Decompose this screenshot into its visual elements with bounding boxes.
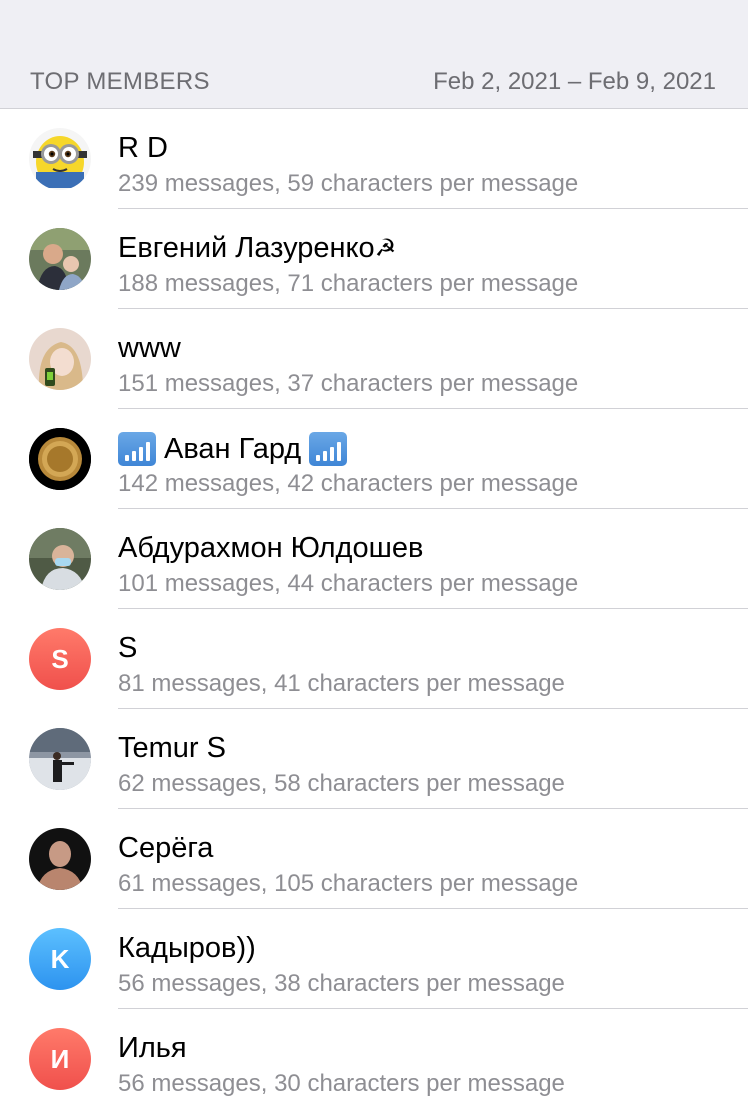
date-range: Feb 2, 2021 – Feb 9, 2021 <box>433 68 716 95</box>
photo-avatar[interactable] <box>29 828 91 890</box>
member-row[interactable]: K Кадыров)) 56 messages, 38 characters p… <box>0 909 748 1009</box>
member-stats: 61 messages, 105 characters per message <box>118 870 579 897</box>
member-stats: 151 messages, 37 characters per message <box>118 370 579 397</box>
member-stats: 142 messages, 42 characters per message <box>118 470 579 497</box>
member-row[interactable]: Евгений Лазуренко ☭ 188 messages, 71 char… <box>0 209 748 309</box>
member-name: R D <box>118 132 168 164</box>
member-stats: 81 messages, 41 characters per message <box>118 670 565 697</box>
section-title: TOP MEMBERS <box>30 68 210 95</box>
member-name: Евгений Лазуренко ☭ <box>118 232 397 264</box>
letter-avatar[interactable]: И <box>29 1028 91 1090</box>
letter-avatar[interactable]: S <box>29 628 91 690</box>
member-row[interactable]: www 151 messages, 37 characters per mess… <box>0 309 748 409</box>
member-row[interactable]: Temur S 62 messages, 58 characters per m… <box>0 709 748 809</box>
signal-strength-icon <box>118 432 156 466</box>
avatar-initial: И <box>50 1043 70 1074</box>
photo-avatar[interactable] <box>29 528 91 590</box>
signal-strength-icon <box>309 432 348 466</box>
member-stats: 62 messages, 58 characters per message <box>118 770 565 797</box>
section-header: TOP MEMBERS Feb 2, 2021 – Feb 9, 2021 <box>0 0 748 109</box>
coin-avatar[interactable] <box>29 428 91 490</box>
member-row[interactable]: R D 239 messages, 59 characters per mess… <box>0 109 748 209</box>
avatar-initial: S <box>51 643 69 674</box>
member-row[interactable]: Серёга 61 messages, 105 characters per m… <box>0 809 748 909</box>
letter-avatar[interactable]: K <box>29 928 91 990</box>
member-name: Илья <box>118 1032 187 1064</box>
hammer-sickle-icon: ☭ <box>374 235 397 262</box>
member-name: Temur S <box>118 732 226 764</box>
member-row[interactable]: И Илья 56 messages, 30 characters per me… <box>0 1009 748 1100</box>
member-stats: 56 messages, 38 characters per message <box>118 970 565 997</box>
member-stats: 239 messages, 59 characters per message <box>118 170 579 197</box>
member-name: S <box>118 632 138 664</box>
member-row[interactable]: Абдурахмон Юлдошев 101 messages, 44 char… <box>0 509 748 609</box>
member-name: Аван Гард <box>118 432 348 466</box>
photo-avatar[interactable] <box>29 728 91 790</box>
member-name: Кадыров)) <box>118 932 256 964</box>
photo-avatar[interactable] <box>29 328 91 390</box>
member-name: Абдурахмон Юлдошев <box>118 532 424 564</box>
member-name: Серёга <box>118 832 214 864</box>
member-name: www <box>118 332 181 364</box>
member-stats: 101 messages, 44 characters per message <box>118 570 579 597</box>
photo-avatar[interactable] <box>29 228 91 290</box>
members-list: R D 239 messages, 59 characters per mess… <box>0 109 748 1100</box>
member-stats: 56 messages, 30 characters per message <box>118 1070 565 1097</box>
avatar-initial: K <box>50 943 70 974</box>
member-row[interactable]: Аван Гард 142 messages, 42 characters pe… <box>0 409 748 509</box>
member-stats: 188 messages, 71 characters per message <box>118 270 579 297</box>
member-row[interactable]: S S 81 messages, 41 characters per messa… <box>0 609 748 709</box>
minion-avatar[interactable] <box>29 128 91 190</box>
